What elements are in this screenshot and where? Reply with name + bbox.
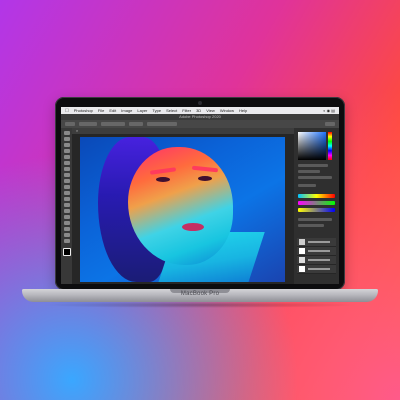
zoom-tool-icon[interactable]	[63, 239, 70, 243]
panel-row[interactable]	[298, 176, 332, 179]
layer-name	[308, 268, 330, 270]
layer-row[interactable]	[297, 247, 336, 256]
option-control[interactable]	[147, 122, 177, 126]
brush-tool-icon[interactable]	[63, 173, 70, 177]
status-icons: ◐ ◉ ▤	[323, 108, 335, 113]
menu-file[interactable]: File	[98, 108, 104, 113]
share-button[interactable]	[325, 122, 335, 126]
layer-thumbnail	[299, 248, 305, 254]
laptop-screen:  Photoshop File Edit Image Layer Type S…	[61, 107, 339, 284]
tools-panel	[61, 128, 72, 284]
camera-icon	[198, 101, 202, 105]
option-control[interactable]	[101, 122, 125, 126]
laptop-lid:  Photoshop File Edit Image Layer Type S…	[55, 97, 345, 290]
option-control[interactable]	[129, 122, 143, 126]
gradient-tool-icon[interactable]	[63, 197, 70, 201]
panel-row[interactable]	[298, 224, 324, 227]
menu-layer[interactable]: Layer	[137, 108, 147, 113]
tool-preset-button[interactable]	[65, 122, 75, 126]
panel-row[interactable]	[298, 218, 332, 221]
pen-tool-icon[interactable]	[63, 209, 70, 213]
layer-row[interactable]	[297, 256, 336, 265]
hand-tool-icon[interactable]	[63, 233, 70, 237]
panel-row[interactable]	[298, 170, 320, 173]
clone-stamp-tool-icon[interactable]	[63, 179, 70, 183]
layer-name	[308, 241, 330, 243]
color-picker[interactable]	[298, 132, 326, 160]
eraser-tool-icon[interactable]	[63, 191, 70, 195]
panel-row[interactable]	[298, 164, 328, 167]
layer-name	[308, 250, 330, 252]
menu-select[interactable]: Select	[166, 108, 177, 113]
layer-thumbnail	[299, 239, 305, 245]
layer-row[interactable]	[297, 265, 336, 274]
layer-row[interactable]	[297, 238, 336, 247]
menu-window[interactable]: Window	[220, 108, 234, 113]
hue-slider[interactable]	[328, 132, 332, 160]
laptop:  Photoshop File Edit Image Layer Type S…	[0, 0, 400, 400]
layer-thumbnail	[299, 257, 305, 263]
eye-left	[156, 177, 170, 182]
menu-edit[interactable]: Edit	[109, 108, 116, 113]
option-control[interactable]	[79, 122, 97, 126]
portrait-image	[80, 137, 285, 282]
crop-tool-icon[interactable]	[63, 155, 70, 159]
apple-icon[interactable]: 	[65, 108, 69, 114]
move-tool-icon[interactable]	[63, 131, 70, 135]
lips-shape	[182, 223, 204, 231]
adjustment-slider[interactable]	[298, 201, 335, 205]
layer-thumbnail	[299, 266, 305, 272]
canvas-area[interactable]	[72, 134, 294, 284]
adjustment-slider[interactable]	[298, 208, 335, 212]
menu-bar:  Photoshop File Edit Image Layer Type S…	[61, 107, 339, 114]
eye-right	[198, 176, 212, 181]
marquee-tool-icon[interactable]	[63, 137, 70, 141]
lasso-tool-icon[interactable]	[63, 143, 70, 147]
layer-name	[308, 259, 330, 261]
panel-row[interactable]	[298, 184, 316, 187]
right-panels	[294, 128, 339, 284]
laptop-brand-label: MacBook Pro	[180, 291, 220, 297]
adjustment-slider[interactable]	[298, 194, 335, 198]
menu-type[interactable]: Type	[152, 108, 161, 113]
eyedropper-tool-icon[interactable]	[63, 161, 70, 165]
menu-filter[interactable]: Filter	[182, 108, 191, 113]
options-bar	[61, 120, 339, 128]
dodge-tool-icon[interactable]	[63, 203, 70, 207]
menu-help[interactable]: Help	[239, 108, 247, 113]
type-tool-icon[interactable]	[63, 215, 70, 219]
app-menu[interactable]: Photoshop	[74, 108, 93, 113]
laptop-shadow	[40, 302, 360, 308]
menu-3d[interactable]: 3D	[196, 108, 201, 113]
history-brush-tool-icon[interactable]	[63, 185, 70, 189]
quick-select-tool-icon[interactable]	[63, 149, 70, 153]
foreground-color-swatch[interactable]	[62, 248, 71, 256]
shape-tool-icon[interactable]	[63, 227, 70, 231]
close-icon[interactable]: ×	[76, 129, 78, 133]
healing-brush-tool-icon[interactable]	[63, 167, 70, 171]
path-select-tool-icon[interactable]	[63, 221, 70, 225]
menu-image[interactable]: Image	[121, 108, 132, 113]
menu-view[interactable]: View	[206, 108, 215, 113]
